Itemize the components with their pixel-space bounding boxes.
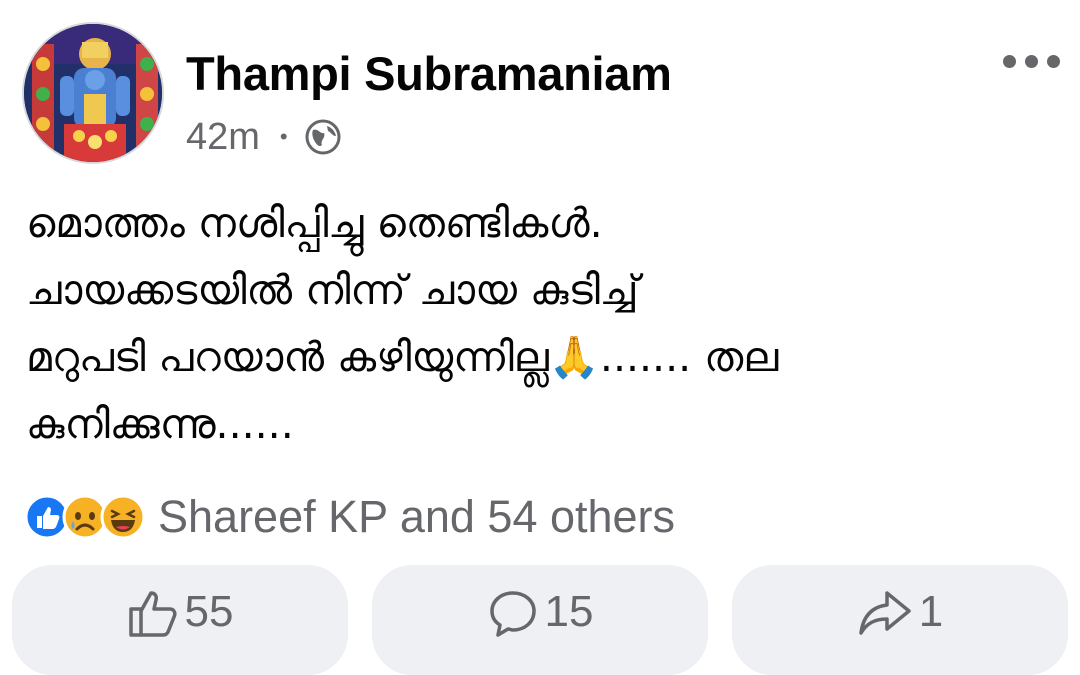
- comment-count: 15: [544, 587, 594, 636]
- more-dot: [1047, 55, 1060, 68]
- post-text-line: ചായക്കടയിൽ നിന്ന് ചായ കുടിച്ച്: [26, 266, 639, 314]
- share-icon: [859, 591, 911, 635]
- like-button[interactable]: 55: [12, 565, 348, 675]
- reaction-icons: [24, 494, 146, 540]
- haha-reaction-icon: [100, 494, 146, 540]
- avatar[interactable]: [22, 22, 164, 164]
- share-count: 1: [918, 587, 944, 636]
- like-count: 55: [184, 587, 234, 636]
- comment-icon: [489, 591, 536, 637]
- author-name[interactable]: Thampi Subramaniam: [186, 46, 672, 101]
- post-text-line: കുനിക്കുന്നു......: [26, 400, 294, 448]
- comment-button[interactable]: 15: [372, 565, 708, 675]
- post-time[interactable]: 42m: [186, 116, 260, 159]
- more-dot: [1003, 55, 1016, 68]
- reactions-text[interactable]: Shareef KP and 54 others: [158, 491, 675, 543]
- globe-icon: [305, 119, 341, 155]
- reactions-summary[interactable]: Shareef KP and 54 others: [24, 490, 675, 544]
- meta-separator: •: [279, 124, 288, 149]
- more-dot: [1025, 55, 1038, 68]
- share-button[interactable]: 1: [732, 565, 1068, 675]
- post-text: മൊത്തം നശിപ്പിച്ചു തെണ്ടികൾ. ചായക്കടയിൽ …: [26, 190, 1056, 458]
- more-options-icon[interactable]: [1003, 55, 1060, 68]
- post-text-line: മറുപടി പറയാൻ കഴിയുന്നില്ല🙏....... തല: [26, 333, 779, 381]
- like-icon: [128, 591, 177, 637]
- post-meta: 42m •: [186, 113, 342, 161]
- post-text-line: മൊത്തം നശിപ്പിച്ചു തെണ്ടികൾ.: [26, 199, 603, 247]
- avatar-image: [24, 24, 162, 162]
